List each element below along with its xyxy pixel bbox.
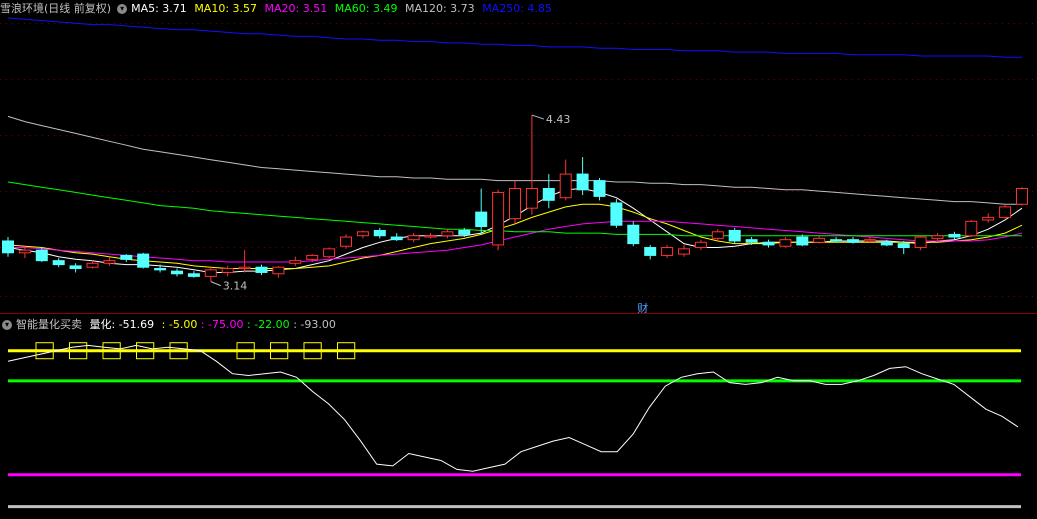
candle: [678, 244, 690, 257]
ma250-line: [7, 17, 1022, 58]
candle: [289, 256, 302, 266]
ma10-label: MA10: 3.57: [194, 2, 258, 15]
candle: [323, 247, 336, 259]
candle: [711, 229, 724, 241]
candle: [340, 234, 352, 249]
candle: [2, 237, 14, 257]
candle: [1016, 187, 1028, 206]
candle: [863, 237, 876, 243]
candle: [576, 157, 589, 196]
price-annotations: 4.43 3.14 财: [210, 113, 648, 315]
candle: [441, 229, 454, 239]
high-price-label: 4.43: [546, 113, 571, 126]
candle: [171, 268, 183, 277]
dropdown-icon[interactable]: ▾: [2, 320, 12, 330]
ma60-label: MA60: 3.49: [334, 2, 398, 15]
candle: [52, 258, 65, 268]
indicator-value-yellow: : -5.00: [161, 318, 198, 331]
candle: [627, 221, 640, 247]
candle: [475, 188, 488, 235]
candle: [644, 244, 657, 260]
moving-average-lines: [7, 17, 1023, 273]
candle: [542, 174, 555, 209]
low-marker-line: [210, 281, 221, 287]
dropdown-icon[interactable]: ▾: [117, 4, 128, 14]
high-marker-line: [531, 114, 545, 120]
financial-event-marker[interactable]: 财: [637, 301, 648, 315]
candle: [492, 189, 505, 251]
candle: [69, 263, 82, 273]
candle: [238, 250, 251, 273]
candle: [762, 239, 775, 248]
candle: [424, 233, 437, 239]
candle: [35, 247, 48, 262]
candle: [694, 239, 707, 251]
candle: [221, 265, 234, 277]
quant-line: [7, 344, 1019, 472]
indicator-value-magenta: : -75.00: [200, 318, 244, 331]
candle: [982, 213, 995, 223]
candle: [86, 260, 99, 269]
candle: [204, 267, 217, 282]
indicator-value-gray: : -93.00: [293, 318, 336, 331]
candle: [356, 230, 369, 239]
indicator-panel: [7, 342, 1021, 509]
candle: [965, 219, 978, 238]
candlesticks: [2, 115, 1028, 282]
candle: [407, 233, 420, 243]
candle: [120, 254, 133, 262]
candle: [661, 244, 674, 259]
candle: [137, 252, 150, 269]
ma5-label: MA5: 3.71: [131, 2, 187, 15]
candle: [779, 237, 792, 248]
low-price-label: 3.14: [223, 280, 248, 293]
candle: [390, 233, 403, 241]
price-grid: [0, 23, 1037, 297]
candle: [255, 264, 268, 276]
indicator-legend: ▾ 智能量化买卖 量化: -51.69 : -5.00 : -75.00 : -2…: [0, 317, 340, 333]
candle: [525, 115, 538, 215]
stock-chart: 4.43 3.14 财: [0, 17, 1037, 509]
candle: [847, 237, 859, 244]
ma250-label: MA250: 4.85: [482, 2, 552, 15]
candle: [931, 233, 944, 241]
candle: [272, 265, 285, 278]
ma120-label: MA120: 3.73: [404, 2, 475, 15]
candle: [559, 159, 572, 201]
candle: [593, 178, 606, 201]
candle: [813, 235, 826, 244]
candle: [610, 199, 623, 228]
candle: [373, 227, 386, 239]
candle: [509, 180, 521, 224]
indicator-title: 智能量化买卖: [16, 318, 82, 331]
price-legend: 雪浪环境(日线 前复权) ▾ MA5: 3.71 MA10: 3.57 MA20: …: [0, 1, 556, 17]
candle: [103, 256, 116, 266]
chart-title: 雪浪环境(日线 前复权): [0, 2, 112, 15]
indicator-value-main: 量化: -51.69: [89, 318, 155, 331]
candle: [187, 271, 200, 278]
candle: [999, 204, 1012, 219]
indicator-value-green: : -22.00: [247, 318, 290, 331]
candle: [914, 235, 927, 251]
ma20-label: MA20: 3.51: [264, 2, 328, 15]
candle: [728, 227, 741, 244]
